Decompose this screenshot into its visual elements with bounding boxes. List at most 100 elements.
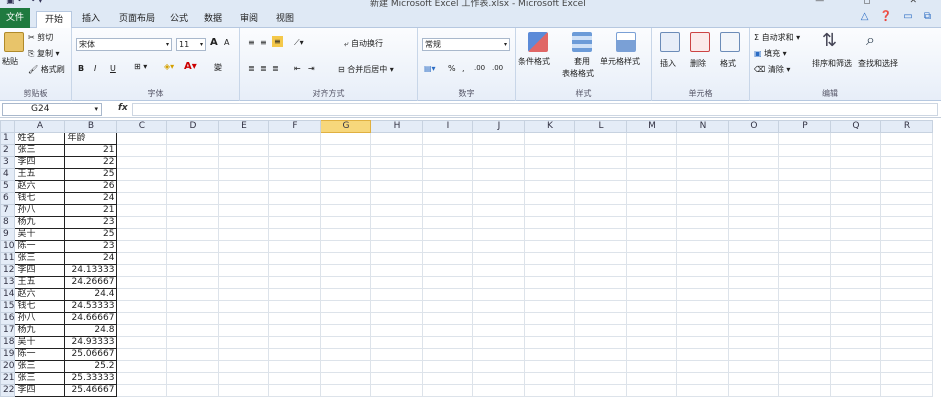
cell-d6[interactable] (166, 192, 220, 205)
cell-r10[interactable] (880, 240, 934, 253)
cell-e2[interactable] (218, 144, 270, 157)
cell-l16[interactable] (574, 312, 628, 325)
window-controls[interactable]: — ◻ ✕ (815, 0, 935, 6)
cell-n18[interactable] (676, 336, 730, 349)
cell-r20[interactable] (880, 360, 934, 373)
cell-d15[interactable] (166, 300, 220, 313)
cell-e20[interactable] (218, 360, 270, 373)
align-center-icon[interactable]: ≣ (260, 64, 267, 73)
cell-c7[interactable] (116, 204, 168, 217)
cell-f3[interactable] (268, 156, 322, 169)
cell-k5[interactable] (524, 180, 576, 193)
cell-n3[interactable] (676, 156, 730, 169)
cell-i14[interactable] (422, 288, 474, 301)
cell-g21[interactable] (320, 372, 372, 385)
cell-n5[interactable] (676, 180, 730, 193)
cell-b6[interactable]: 24 (64, 192, 118, 205)
cell-h3[interactable] (370, 156, 424, 169)
italic-button[interactable]: I (94, 64, 96, 73)
cell-e14[interactable] (218, 288, 270, 301)
cell-b1[interactable]: 年龄 (64, 132, 118, 145)
cell-a1[interactable]: 姓名 (14, 132, 66, 145)
cell-o3[interactable] (728, 156, 780, 169)
cell-i5[interactable] (422, 180, 474, 193)
autosum-button[interactable]: Σ 自动求和 ▾ (754, 32, 800, 43)
cell-j16[interactable] (472, 312, 526, 325)
row-header[interactable]: 10 (0, 240, 16, 253)
cell-b16[interactable]: 24.66667 (64, 312, 118, 325)
cell-g3[interactable] (320, 156, 372, 169)
cell-a12[interactable]: 李四 (14, 264, 66, 277)
cell-o1[interactable] (728, 132, 780, 145)
cell-r14[interactable] (880, 288, 934, 301)
cell-r17[interactable] (880, 324, 934, 337)
cell-r11[interactable] (880, 252, 934, 265)
format-cells-icon[interactable] (720, 32, 740, 52)
cell-r1[interactable] (880, 132, 934, 145)
cell-l7[interactable] (574, 204, 628, 217)
cell-k17[interactable] (524, 324, 576, 337)
cell-q7[interactable] (830, 204, 882, 217)
cell-h5[interactable] (370, 180, 424, 193)
cell-q14[interactable] (830, 288, 882, 301)
cell-h10[interactable] (370, 240, 424, 253)
cell-c17[interactable] (116, 324, 168, 337)
table-format-icon[interactable] (572, 32, 592, 52)
cell-b21[interactable]: 25.33333 (64, 372, 118, 385)
cell-b4[interactable]: 25 (64, 168, 118, 181)
column-header-i[interactable]: I (422, 120, 474, 133)
tab-review[interactable]: 审阅 (236, 11, 262, 27)
cell-o14[interactable] (728, 288, 780, 301)
cell-m21[interactable] (626, 372, 678, 385)
cell-p14[interactable] (778, 288, 832, 301)
cell-k13[interactable] (524, 276, 576, 289)
row-header[interactable]: 11 (0, 252, 16, 265)
cell-h6[interactable] (370, 192, 424, 205)
cell-r22[interactable] (880, 384, 934, 397)
cell-j17[interactable] (472, 324, 526, 337)
row-header[interactable]: 9 (0, 228, 16, 241)
cell-q1[interactable] (830, 132, 882, 145)
cell-p16[interactable] (778, 312, 832, 325)
cell-g7[interactable] (320, 204, 372, 217)
cell-m12[interactable] (626, 264, 678, 277)
cell-r7[interactable] (880, 204, 934, 217)
cell-q22[interactable] (830, 384, 882, 397)
cell-l20[interactable] (574, 360, 628, 373)
tab-formulas[interactable]: 公式 (166, 11, 192, 27)
cell-k11[interactable] (524, 252, 576, 265)
cell-e13[interactable] (218, 276, 270, 289)
row-header[interactable]: 14 (0, 288, 16, 301)
cell-a22[interactable]: 李四 (14, 384, 66, 397)
cell-c18[interactable] (116, 336, 168, 349)
cell-i1[interactable] (422, 132, 474, 145)
cell-d2[interactable] (166, 144, 220, 157)
cell-d7[interactable] (166, 204, 220, 217)
cell-b11[interactable]: 24 (64, 252, 118, 265)
cell-g6[interactable] (320, 192, 372, 205)
cell-c4[interactable] (116, 168, 168, 181)
cell-l13[interactable] (574, 276, 628, 289)
cell-c10[interactable] (116, 240, 168, 253)
cell-k7[interactable] (524, 204, 576, 217)
cell-m15[interactable] (626, 300, 678, 313)
cell-d19[interactable] (166, 348, 220, 361)
cell-a4[interactable]: 王五 (14, 168, 66, 181)
cell-i11[interactable] (422, 252, 474, 265)
cell-k22[interactable] (524, 384, 576, 397)
cell-d17[interactable] (166, 324, 220, 337)
cell-j18[interactable] (472, 336, 526, 349)
cell-m14[interactable] (626, 288, 678, 301)
cell-p18[interactable] (778, 336, 832, 349)
tab-file[interactable]: 文件 (0, 8, 30, 28)
cell-d14[interactable] (166, 288, 220, 301)
cell-d12[interactable] (166, 264, 220, 277)
cell-d8[interactable] (166, 216, 220, 229)
cell-l3[interactable] (574, 156, 628, 169)
row-header[interactable]: 17 (0, 324, 16, 337)
cell-g20[interactable] (320, 360, 372, 373)
cell-i7[interactable] (422, 204, 474, 217)
cell-c5[interactable] (116, 180, 168, 193)
cell-k4[interactable] (524, 168, 576, 181)
cell-g22[interactable] (320, 384, 372, 397)
